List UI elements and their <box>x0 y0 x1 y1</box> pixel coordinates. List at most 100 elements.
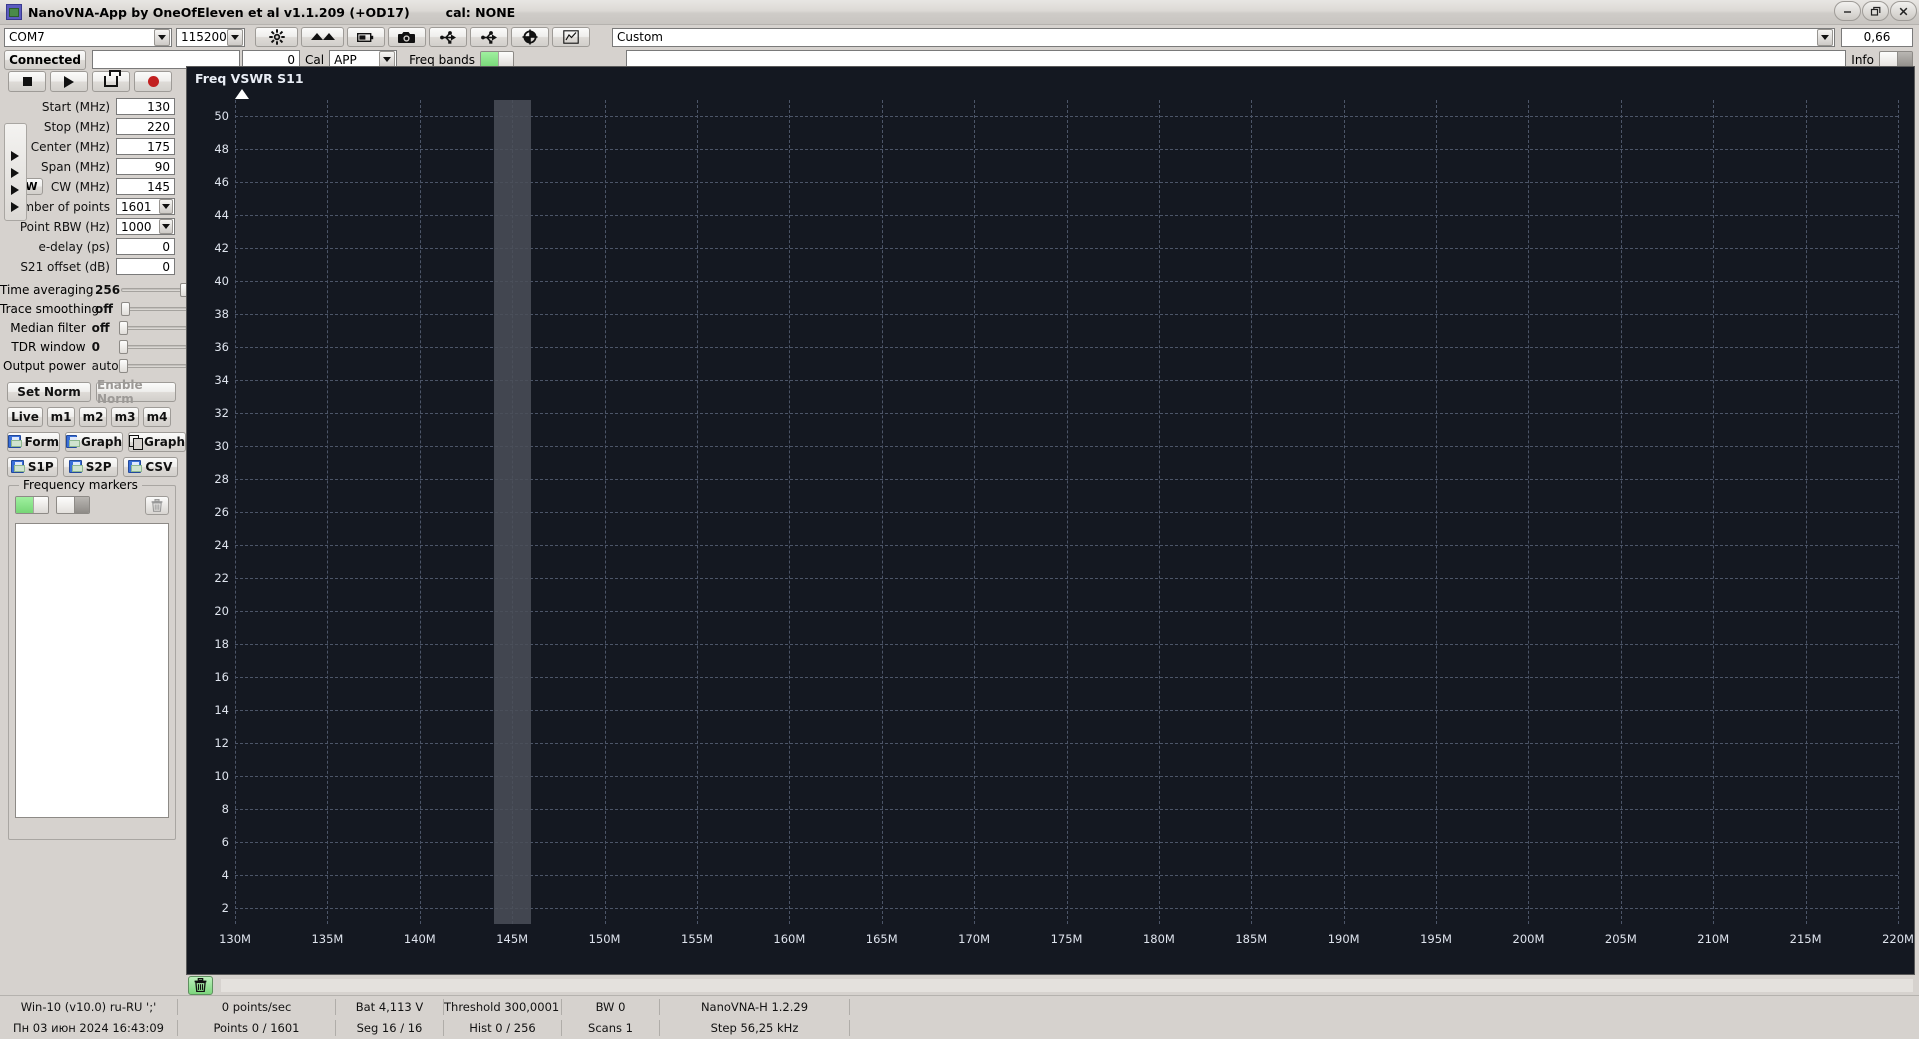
x-axis-tick-label: 195M <box>1420 932 1452 946</box>
x-gridline <box>1713 100 1715 924</box>
memory-m1-button[interactable]: m1 <box>47 406 75 427</box>
save-graph-button[interactable]: Graph <box>65 431 123 452</box>
save-csv-button[interactable]: CSV <box>122 456 178 477</box>
progress-bar <box>221 978 1913 992</box>
x-gridline <box>1805 100 1807 924</box>
x-axis-tick-label: 150M <box>588 932 621 946</box>
status-battery: Bat 4,113 V <box>336 998 444 1015</box>
crosshair-target-icon[interactable] <box>511 27 549 47</box>
point-rbw-field[interactable]: 1000 <box>116 218 175 236</box>
cw-freq-field[interactable]: 145 <box>116 178 175 196</box>
save-form-button[interactable]: Form <box>7 431 60 452</box>
x-axis-tick-label: 190M <box>1327 932 1360 946</box>
save-s1p-button[interactable]: S1P <box>7 456 58 477</box>
output-power-row: Output power auto <box>0 357 187 376</box>
serial-port-combo[interactable]: COM7 <box>4 27 172 47</box>
preset-combo[interactable]: Custom <box>612 27 1835 47</box>
x-axis-tick-label: 145M <box>496 932 529 946</box>
trash-icon[interactable] <box>145 495 169 515</box>
clear-trash-icon[interactable] <box>188 975 213 995</box>
number-of-points-row: Number of points 1601 <box>0 197 184 217</box>
settings-gear-icon[interactable] <box>255 27 298 47</box>
save-graph-label: Graph <box>81 434 122 449</box>
status-row-2: Пн 03 июн 2024 16:43:09 Points 0 / 1601 Se… <box>0 1017 1919 1038</box>
x-gridline <box>1066 100 1068 924</box>
usb-icon-1[interactable] <box>429 27 467 47</box>
stop-freq-field[interactable]: 220 <box>116 118 175 136</box>
trace-smoothing-value: off <box>95 302 113 316</box>
s21-offset-field[interactable]: 0 <box>116 258 175 276</box>
x-axis-tick-label: 160M <box>773 932 806 946</box>
cw-top-marker[interactable] <box>235 89 250 99</box>
number-of-points-field[interactable]: 1601 <box>116 198 175 216</box>
status-os: Win-10 (v10.0) ru-RU ';' <box>0 998 178 1015</box>
disk-icon <box>128 460 143 473</box>
minimize-button[interactable] <box>1834 1 1861 21</box>
span-freq-field[interactable]: 90 <box>116 158 175 176</box>
trace-smoothing-slider[interactable] <box>120 302 189 316</box>
x-axis-tick-label: 210M <box>1697 932 1730 946</box>
memory-m2-button[interactable]: m2 <box>79 406 107 427</box>
chevron-down-icon[interactable] <box>1817 28 1833 46</box>
record-button[interactable] <box>134 71 172 92</box>
e-delay-field[interactable]: 0 <box>116 238 175 256</box>
chevron-down-icon[interactable] <box>159 219 173 235</box>
copy-graph-label: Graph <box>144 434 185 449</box>
tdr-window-slider[interactable] <box>118 340 187 354</box>
set-norm-button[interactable]: Set Norm <box>7 381 91 402</box>
toolbar-row-connection: COM7 115200 Custom 0,66 <box>0 25 1919 47</box>
disk-icon <box>8 435 22 448</box>
frequency-marker-toggle-b[interactable] <box>56 496 90 514</box>
frequency-marker-toggle-a[interactable] <box>15 496 49 514</box>
span-freq-row: Span (MHz) 90 <box>0 157 184 177</box>
chevron-down-icon[interactable] <box>227 28 243 46</box>
double-up-arrow-icon[interactable] <box>301 27 344 47</box>
application-window: NanoVNA-App by OneOfEleven et al v1.1.20… <box>0 0 1919 1039</box>
time-averaging-slider[interactable] <box>120 283 189 297</box>
memory-m3-button[interactable]: m3 <box>111 406 139 427</box>
usb-icon-2[interactable] <box>470 27 508 47</box>
tdr-window-label: TDR window <box>11 340 86 354</box>
chart-plot-area[interactable]: 50 48 46 44 42 40 38 36 34 32 30 28 26 24 22 20 18 16 14 12… <box>214 89 1914 946</box>
sweep-progress-bar <box>0 975 1919 995</box>
left-control-panel: Start (MHz) 130 Stop (MHz) 220 Center (M… <box>0 68 189 953</box>
ratio-field[interactable]: 0,66 <box>1841 27 1913 47</box>
trace-smoothing-row: Trace smoothing off <box>0 300 189 319</box>
close-button[interactable] <box>1890 1 1917 21</box>
disk-icon <box>68 460 83 473</box>
x-gridline <box>789 100 791 924</box>
status-rate: 0 points/sec <box>178 998 336 1015</box>
open-file-button[interactable] <box>92 70 130 92</box>
y-axis-tick-label: 8 <box>221 801 229 816</box>
median-filter-slider[interactable] <box>118 321 187 335</box>
output-power-slider[interactable] <box>118 359 187 373</box>
cal-source-value: APP <box>334 52 357 67</box>
frequency-markers-list[interactable] <box>15 522 169 818</box>
copy-graph-button[interactable]: Graph <box>128 431 186 452</box>
restore-button[interactable] <box>1862 1 1889 21</box>
slider-group: Time averaging 256 Trace smoothing off M… <box>0 281 189 376</box>
chart-panel[interactable]: Freq VSWR S11 50 48 46 44 42 40 38 36 34 32 30 28 26… <box>186 66 1915 975</box>
chart-icon[interactable] <box>552 27 590 47</box>
memory-m4-button[interactable]: m4 <box>143 406 171 427</box>
window-title: NanoVNA-App by OneOfEleven et al v1.1.20… <box>28 4 410 20</box>
output-power-value: auto <box>91 359 119 373</box>
connect-button[interactable]: Connected <box>4 49 86 70</box>
memory-live-button[interactable]: Live <box>7 406 43 427</box>
screenshot-camera-icon[interactable] <box>388 27 426 47</box>
baud-rate-combo[interactable]: 115200 <box>176 27 245 47</box>
sweep-step-arrows[interactable] <box>4 123 27 221</box>
sweep-fields-area: Start (MHz) 130 Stop (MHz) 220 Center (M… <box>0 97 184 277</box>
y-axis-tick-label: 12 <box>214 735 229 750</box>
save-s2p-button[interactable]: S2P <box>62 456 118 477</box>
frequency-markers-group: Frequency markers <box>8 477 176 840</box>
center-freq-field[interactable]: 175 <box>116 138 175 156</box>
start-freq-field[interactable]: 130 <box>116 98 175 116</box>
chevron-down-icon[interactable] <box>159 199 173 215</box>
play-button[interactable] <box>50 71 88 92</box>
stop-button[interactable] <box>8 71 46 92</box>
transport-controls <box>0 68 184 92</box>
battery-icon[interactable] <box>347 27 385 47</box>
chevron-down-icon[interactable] <box>154 28 170 46</box>
cal-label: Cal <box>305 52 325 67</box>
